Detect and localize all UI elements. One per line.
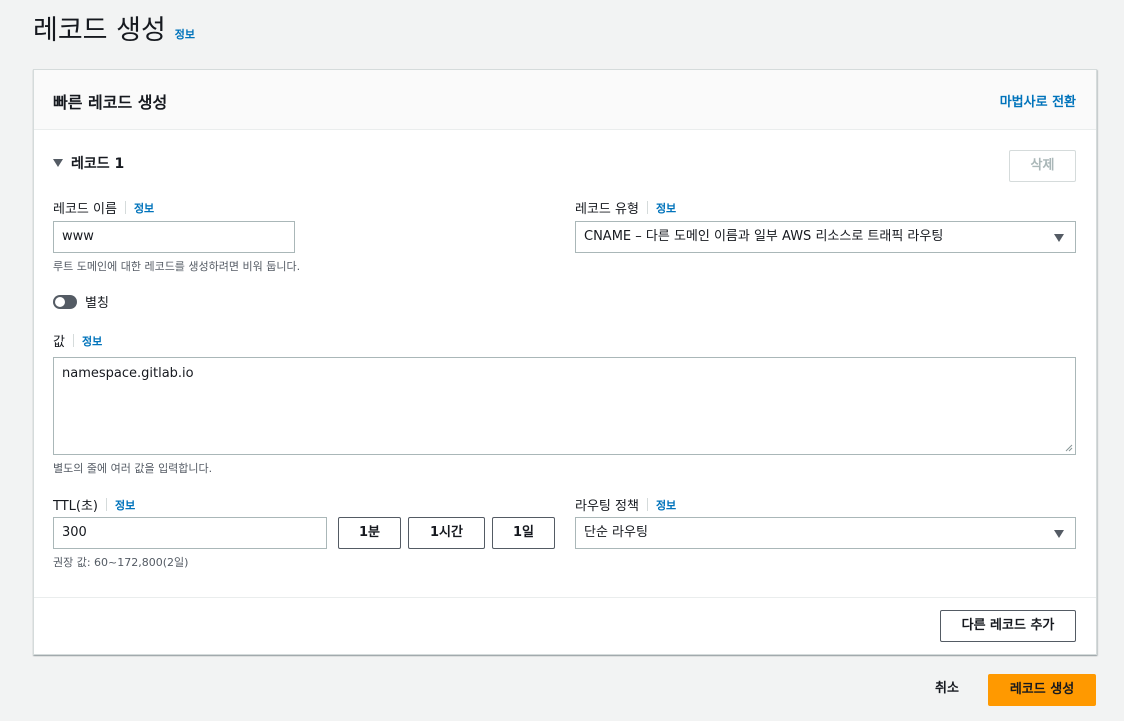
divider <box>72 334 74 347</box>
value-info-link[interactable]: 정보 <box>82 333 102 349</box>
ttl-info-link[interactable]: 정보 <box>115 497 135 513</box>
ttl-label-row: TTL(초) 정보 <box>53 495 135 514</box>
dropdown-caret-icon <box>1054 234 1064 242</box>
ttl-hint: 권장 값: 60~172,800(2일) <box>53 556 189 569</box>
routing-policy-label-row: 라우팅 정책 정보 <box>575 495 676 514</box>
ttl-input[interactable]: 300 <box>53 517 327 549</box>
value-textarea[interactable]: namespace.gitlab.io <box>53 357 1076 455</box>
value-hint: 별도의 줄에 여러 값을 입력합니다. <box>53 462 213 475</box>
record-type-selected: CNAME – 다른 도메인 이름과 일부 AWS 리소스로 트래픽 라우팅 <box>584 229 944 244</box>
value-label-row: 값 정보 <box>53 331 102 350</box>
page-info-link[interactable]: 정보 <box>175 26 195 42</box>
routing-policy-select[interactable]: 단순 라우팅 <box>575 517 1076 549</box>
record-name-hint: 루트 도메인에 대한 레코드를 생성하려면 비워 둡니다. <box>53 260 301 273</box>
record-type-label-row: 레코드 유형 정보 <box>575 198 676 217</box>
panel-header: 빠른 레코드 생성 마법사로 전환 <box>34 70 1096 130</box>
value-text: namespace.gitlab.io <box>62 366 194 381</box>
record-type-label: 레코드 유형 <box>575 202 639 217</box>
ttl-1-hour-button[interactable]: 1시간 <box>408 517 485 549</box>
record-section-toggle[interactable]: 레코드 1 <box>53 153 124 173</box>
ttl-1-minute-button[interactable]: 1분 <box>338 517 401 549</box>
routing-policy-info-link[interactable]: 정보 <box>656 497 676 513</box>
record-name-label-row: 레코드 이름 정보 <box>53 198 154 217</box>
create-records-button[interactable]: 레코드 생성 <box>988 674 1096 706</box>
toggle-switch-icon <box>53 294 77 309</box>
divider <box>646 498 648 511</box>
record-type-info-link[interactable]: 정보 <box>656 200 676 216</box>
record-name-label: 레코드 이름 <box>53 202 117 217</box>
routing-policy-label: 라우팅 정책 <box>575 499 639 514</box>
switch-to-wizard-link[interactable]: 마법사로 전환 <box>1000 91 1076 110</box>
record-name-info-link[interactable]: 정보 <box>134 200 154 216</box>
divider <box>124 201 126 214</box>
ttl-1-day-button[interactable]: 1일 <box>492 517 555 549</box>
record-heading-label: 레코드 1 <box>71 156 125 172</box>
page-header: 레코드 생성 정보 <box>33 12 195 48</box>
divider <box>646 201 648 214</box>
alias-toggle[interactable]: 별칭 <box>53 292 109 311</box>
dropdown-caret-icon <box>1054 530 1064 538</box>
panel-footer-divider <box>34 597 1096 598</box>
cancel-button[interactable]: 취소 <box>920 674 974 706</box>
record-type-select[interactable]: CNAME – 다른 도메인 이름과 일부 AWS 리소스로 트래픽 라우팅 <box>575 221 1076 253</box>
add-another-record-button[interactable]: 다른 레코드 추가 <box>940 610 1076 642</box>
resize-handle-icon[interactable] <box>1065 444 1073 452</box>
page-title: 레코드 생성 <box>33 15 166 46</box>
caret-down-icon <box>53 159 63 167</box>
panel-title: 빠른 레코드 생성 <box>53 93 168 112</box>
delete-button[interactable]: 삭제 <box>1009 150 1076 182</box>
ttl-label: TTL(초) <box>53 499 98 514</box>
record-name-input[interactable]: www <box>53 221 295 253</box>
alias-label: 별칭 <box>85 296 109 311</box>
quick-create-panel: 빠른 레코드 생성 마법사로 전환 레코드 1 삭제 레코드 이름 정보 www… <box>33 69 1097 655</box>
routing-policy-selected: 단순 라우팅 <box>584 525 648 540</box>
value-label: 값 <box>53 335 65 350</box>
divider <box>106 498 107 511</box>
